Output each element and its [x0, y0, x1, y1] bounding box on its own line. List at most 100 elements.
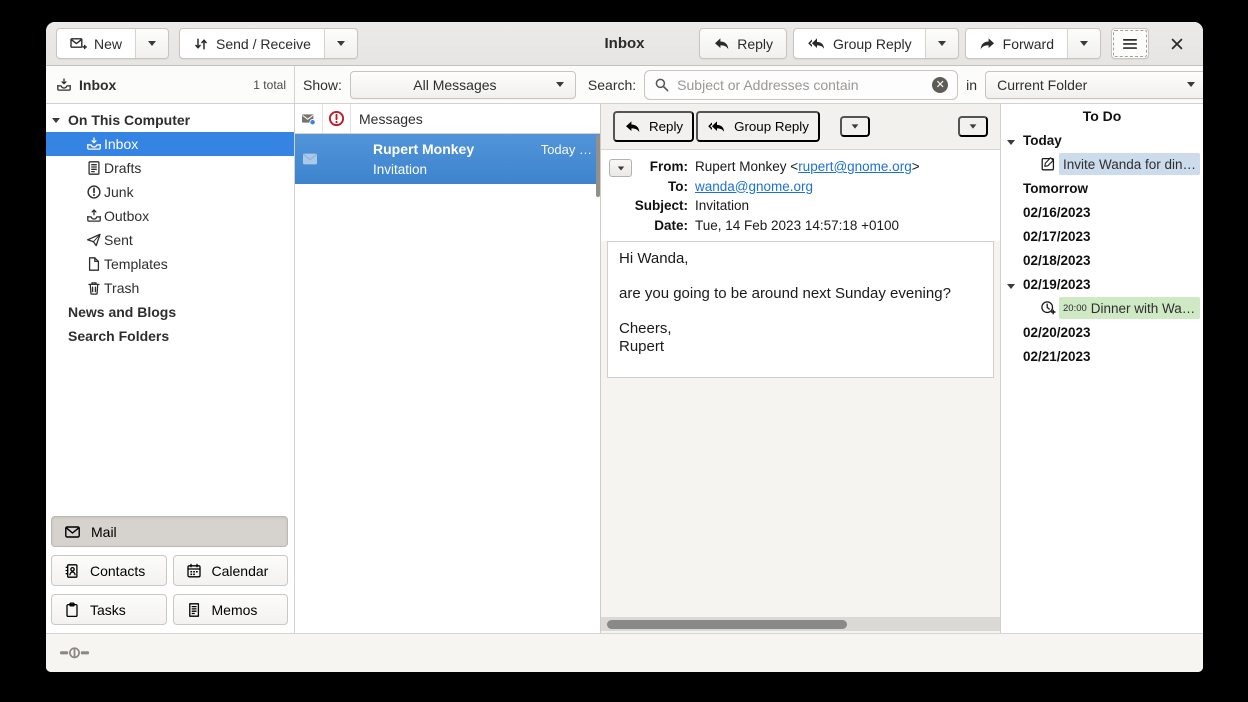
preview-horizontal-scrollbar[interactable] [601, 617, 1000, 631]
search-label: Search: [588, 77, 636, 93]
chevron-down-icon [938, 41, 946, 46]
search-input[interactable]: Subject or Addresses contain ✕ [644, 70, 958, 100]
sidebar-item-on-this-computer[interactable]: On This Computer [46, 108, 294, 132]
window-close-button[interactable] [1161, 28, 1193, 59]
switcher-button-memos[interactable]: Memos [173, 594, 289, 625]
sidebar-item-drafts[interactable]: Drafts [46, 156, 294, 180]
send-receive-dropdown-button[interactable] [324, 28, 358, 59]
preview-more-options-dropdown[interactable] [958, 116, 988, 137]
header-label: Subject: [632, 196, 688, 216]
collapse-headers-button[interactable] [609, 159, 632, 177]
sidebar-item-templates[interactable]: Templates [46, 252, 294, 276]
read-status-column-header[interactable] [295, 104, 323, 133]
header-value-text: Rupert Monkey < [695, 159, 798, 174]
todo-item[interactable]: 20:00Dinner with Wa… [1001, 296, 1203, 320]
reply-button[interactable]: Reply [699, 28, 787, 59]
message-list-scrollbar[interactable] [596, 135, 600, 197]
show-filter-dropdown[interactable]: All Messages [350, 71, 576, 99]
todo-group-label: 02/19/2023 [1023, 277, 1091, 292]
email-address-link[interactable]: wanda@gnome.org [695, 179, 813, 194]
show-label: Show: [303, 77, 342, 93]
group-reply-button[interactable]: Group Reply [793, 28, 926, 59]
email-address-link[interactable]: rupert@gnome.org [798, 159, 912, 174]
todo-group-today[interactable]: Today [1001, 128, 1203, 152]
expander-column [1007, 277, 1022, 292]
sidebar-item-search-folders[interactable]: Search Folders [46, 324, 294, 348]
show-filter-value: All Messages [362, 77, 548, 93]
sidebar-item-trash[interactable]: Trash [46, 276, 294, 300]
junk-icon [85, 184, 102, 200]
todo-item[interactable]: Invite Wanda for din… [1001, 152, 1203, 176]
important-icon [328, 110, 345, 127]
todo-group-label: 02/17/2023 [1023, 229, 1091, 244]
switcher-button-tasks[interactable]: Tasks [51, 594, 167, 625]
forward-dropdown-button[interactable] [1067, 28, 1101, 59]
read-status-icon [301, 111, 316, 126]
todo-pane: To Do TodayInvite Wanda for din…Tomorrow… [1001, 104, 1203, 633]
todo-group-02-16-2023[interactable]: 02/16/2023 [1001, 200, 1203, 224]
hamburger-menu-button[interactable] [1111, 28, 1149, 59]
todo-group-02-19-2023[interactable]: 02/19/2023 [1001, 272, 1203, 296]
sidebar-item-label: Search Folders [68, 328, 169, 344]
preview-group-reply-label: Group Reply [734, 119, 809, 134]
important-column-header[interactable] [323, 104, 351, 133]
todo-group-02-18-2023[interactable]: 02/18/2023 [1001, 248, 1203, 272]
group-reply-dropdown-button[interactable] [925, 28, 959, 59]
header-value: Rupert Monkey <rupert@gnome.org> [695, 157, 920, 177]
todo-group-tomorrow[interactable]: Tomorrow [1001, 176, 1203, 200]
preview-reply-options-dropdown[interactable] [840, 116, 870, 137]
todo-group-02-20-2023[interactable]: 02/20/2023 [1001, 320, 1203, 344]
forward-label: Forward [1003, 36, 1054, 52]
group-reply-icon [807, 36, 826, 51]
message-row[interactable]: Rupert MonkeyToday …Invitation [295, 134, 600, 184]
todo-item-label: Invite Wanda for din… [1063, 157, 1196, 172]
sidebar-item-news-and-blogs[interactable]: News and Blogs [46, 300, 294, 324]
memos-icon [186, 602, 202, 618]
search-clear-icon[interactable]: ✕ [932, 77, 948, 93]
preview-reply-label: Reply [649, 119, 683, 134]
todo-group-02-17-2023[interactable]: 02/17/2023 [1001, 224, 1203, 248]
message-read-icon [295, 134, 325, 184]
search-scope-dropdown[interactable]: Current Folder [985, 71, 1203, 99]
new-dropdown-button[interactable] [135, 28, 169, 59]
new-button[interactable]: New [56, 28, 136, 59]
switcher-button-label: Contacts [90, 563, 145, 579]
forward-button[interactable]: Forward [965, 28, 1068, 59]
switcher-button-label: Calendar [212, 563, 269, 579]
message-list-header[interactable]: Messages [295, 104, 600, 134]
header-label: To: [632, 177, 688, 197]
header-row: To: wanda@gnome.org [632, 177, 920, 197]
switcher-button-contacts[interactable]: Contacts [51, 555, 167, 586]
online-status-icon[interactable] [60, 646, 90, 660]
new-split-button: New [56, 28, 169, 59]
message-body: Hi Wanda, are you going to be around nex… [607, 241, 994, 378]
todo-item-highlight: 20:00Dinner with Wa… [1059, 297, 1200, 319]
message-count: 1 total [253, 78, 286, 92]
sidebar-item-label: Drafts [104, 160, 141, 176]
close-icon [1170, 37, 1184, 51]
preview-horizontal-scrollbar-thumb[interactable] [607, 620, 847, 629]
preview-toolbar: Reply Group Reply [601, 104, 1000, 150]
group-reply-split-button: Group Reply [793, 28, 959, 59]
folder-sidebar: On This ComputerInbox Drafts JunkOutboxSen… [46, 104, 295, 633]
sidebar-item-junk[interactable]: Junk [46, 180, 294, 204]
preview-reply-button[interactable]: Reply [613, 111, 694, 142]
hamburger-menu-icon [1122, 37, 1138, 51]
send-receive-button[interactable]: Send / Receive [179, 28, 325, 59]
message-headers: From:Rupert Monkey <rupert@gnome.org>To:… [601, 150, 1000, 241]
switcher-button-mail[interactable]: Mail [51, 516, 288, 547]
todo-group-label: 02/18/2023 [1023, 253, 1091, 268]
preview-group-reply-button[interactable]: Group Reply [696, 111, 820, 142]
messages-column-header[interactable]: Messages [351, 104, 600, 133]
todo-group-02-21-2023[interactable]: 02/21/2023 [1001, 344, 1203, 368]
switcher-button-label: Memos [212, 602, 258, 618]
sidebar-item-inbox[interactable]: Inbox [46, 132, 294, 156]
sidebar-item-outbox[interactable]: Outbox [46, 204, 294, 228]
sidebar-item-sent[interactable]: Sent [46, 228, 294, 252]
window-title: Inbox [605, 22, 645, 66]
forward-split-button: Forward [965, 28, 1101, 59]
search-icon [654, 77, 670, 93]
switcher-button-calendar[interactable]: Calendar [173, 555, 289, 586]
message-body-area: Hi Wanda, are you going to be around nex… [601, 241, 1000, 633]
reply-icon [713, 36, 730, 51]
